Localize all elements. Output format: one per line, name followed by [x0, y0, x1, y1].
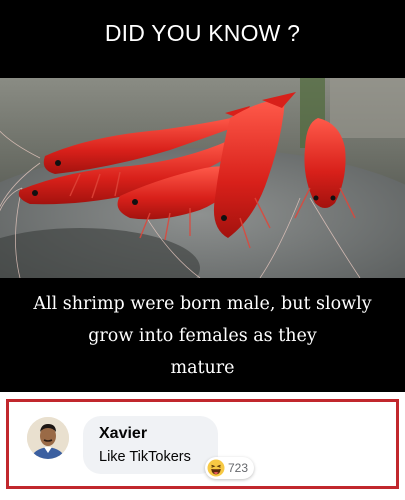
- caption-line: mature: [170, 358, 235, 378]
- comment-author[interactable]: Xavier: [99, 425, 147, 443]
- caption-line: All shrimp were born male, but slowly: [33, 294, 372, 314]
- shrimp-photo: [0, 78, 405, 278]
- meme-caption: All shrimp were born male, but slowly gr…: [0, 288, 405, 384]
- haha-emoji-icon: [207, 459, 225, 477]
- meme-image: DID YOU KNOW ? All shrimp were born male…: [0, 0, 405, 392]
- meme-title: DID YOU KNOW ?: [104, 20, 301, 46]
- caption-line: grow into females as they: [88, 326, 317, 346]
- comment-bubble[interactable]: Xavier Like TikTokers: [83, 416, 218, 474]
- reaction-summary[interactable]: 723: [205, 457, 255, 479]
- avatar[interactable]: [27, 417, 69, 459]
- comment-text: Like TikTokers: [99, 449, 191, 465]
- reaction-count: 723: [228, 461, 249, 475]
- comment-card: Xavier Like TikTokers 723: [6, 399, 399, 489]
